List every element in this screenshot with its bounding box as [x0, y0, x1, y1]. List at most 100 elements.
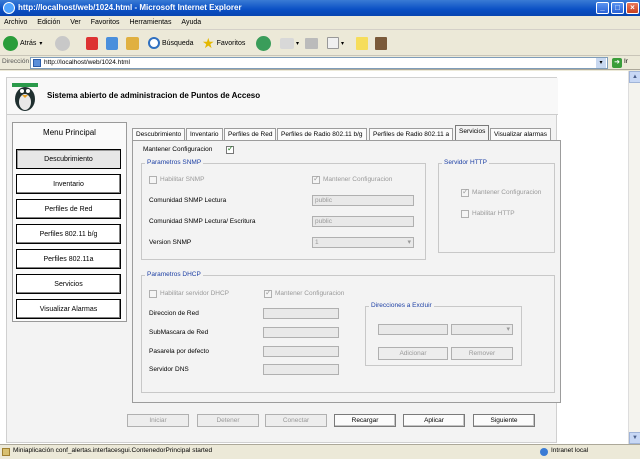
snmp-group: Parametros SNMP Habilitar SNMP Mantener … — [141, 159, 426, 260]
servicios-panel: Mantener Configuracion Parametros SNMP H… — [132, 140, 561, 403]
vertical-scrollbar[interactable]: ▲ ▼ — [628, 71, 640, 444]
menu-ver[interactable]: Ver — [66, 16, 85, 30]
menu-herramientas[interactable]: Herramientas — [125, 16, 175, 30]
snmp-legend: Parametros SNMP — [145, 159, 204, 166]
habilitar-snmp-checkbox[interactable] — [149, 176, 157, 184]
tab-descubrimiento[interactable]: Descubrimiento — [132, 128, 186, 140]
address-label: Dirección — [2, 58, 30, 65]
nav-perfiles-bg[interactable]: Perfiles 802.11 b/g — [16, 224, 121, 244]
snmp-mantener-label: Mantener Configuracion — [323, 176, 393, 183]
search-button[interactable]: Búsqueda — [148, 34, 194, 52]
habilitar-http-checkbox[interactable] — [461, 210, 469, 218]
print-icon — [305, 37, 318, 49]
chevron-down-icon: ▾ — [341, 40, 345, 47]
print-button[interactable] — [305, 34, 320, 52]
red-label: Direccion de Red — [149, 310, 199, 317]
main-menu-title: Menu Principal — [43, 128, 96, 137]
go-arrow-icon[interactable]: ➜ — [612, 58, 622, 68]
red-input[interactable] — [263, 308, 339, 319]
dns-input[interactable] — [263, 364, 339, 375]
address-input[interactable]: http://localhost/web/1024.html ▾ — [30, 57, 608, 69]
nav-inventario[interactable]: Inventario — [16, 174, 121, 194]
nav-perfiles-red[interactable]: Perfiles de Red — [16, 199, 121, 219]
tab-radio-bg[interactable]: Perfiles de Radio 802.11 b/g — [277, 128, 367, 140]
history-button[interactable] — [256, 34, 273, 52]
mantener-label: Mantener Configuracion — [143, 146, 213, 153]
home-icon — [126, 36, 139, 50]
edit-button[interactable]: ▾ — [327, 34, 344, 52]
go-button[interactable]: Ir — [624, 58, 628, 65]
http-mantener-checkbox[interactable] — [461, 187, 469, 197]
pasarela-label: Pasarela por defecto — [149, 348, 209, 355]
mascara-input[interactable] — [263, 327, 339, 338]
back-button[interactable]: Atrás ▾ — [3, 34, 42, 52]
messenger-button[interactable] — [375, 34, 389, 52]
mascara-label: SubMascara de Red — [149, 329, 209, 336]
siguiente-button[interactable]: Siguiente — [473, 414, 535, 427]
status-text: Miniaplicación conf_alertas.interfacesgu… — [13, 447, 213, 454]
favorites-label: Favoritos — [216, 39, 246, 47]
menu-ayuda[interactable]: Ayuda — [177, 16, 205, 30]
page-icon — [33, 59, 41, 67]
tab-radio-a[interactable]: Perfiles de Radio 802.11 a — [369, 128, 454, 140]
remover-button[interactable]: Remover — [451, 347, 513, 360]
applet-container: Sistema abierto de administracion de Pun… — [6, 77, 561, 443]
snmp-mantener-checkbox[interactable] — [312, 174, 320, 184]
adicionar-button[interactable]: Adicionar — [378, 347, 448, 360]
penguin-logo-icon — [12, 83, 38, 111]
menu-favoritos[interactable]: Favoritos — [87, 16, 124, 30]
menu-bar: Archivo Edición Ver Favoritos Herramient… — [0, 16, 640, 30]
pasarela-input[interactable] — [263, 346, 339, 357]
habilitar-dhcp-checkbox[interactable] — [149, 290, 157, 298]
menu-edicion[interactable]: Edición — [33, 16, 64, 30]
page-content: Sistema abierto de administracion de Pun… — [0, 71, 640, 444]
close-button[interactable]: × — [626, 2, 639, 14]
recargar-button[interactable]: Recargar — [334, 414, 396, 427]
refresh-button[interactable] — [106, 34, 120, 52]
lectura-input[interactable]: public — [312, 195, 414, 206]
aplicar-button[interactable]: Aplicar — [403, 414, 465, 427]
address-bar: Dirección http://localhost/web/1024.html… — [0, 56, 640, 70]
forward-button[interactable] — [55, 34, 72, 52]
chevron-down-icon: ▾ — [296, 40, 300, 47]
intranet-icon — [540, 448, 548, 456]
refresh-icon — [106, 36, 118, 50]
iniciar-button[interactable]: Iniciar — [127, 414, 189, 427]
dns-label: Servidor DNS — [149, 366, 189, 373]
stop-icon — [86, 36, 98, 50]
mail-button[interactable]: ▾ — [280, 34, 299, 52]
conectar-button[interactable]: Conectar — [265, 414, 327, 427]
status-bar: Miniaplicación conf_alertas.interfacesgu… — [0, 444, 640, 459]
forward-arrow-icon — [55, 35, 70, 51]
tab-perfiles-red[interactable]: Perfiles de Red — [224, 128, 277, 140]
tab-servicios[interactable]: Servicios — [455, 125, 490, 141]
address-dropdown-icon[interactable]: ▾ — [596, 58, 606, 68]
http-legend: Servidor HTTP — [442, 159, 489, 166]
star-icon: ★ — [202, 34, 215, 51]
version-select[interactable]: 1 — [312, 237, 414, 248]
search-label: Búsqueda — [162, 39, 194, 47]
discuss-button[interactable] — [356, 34, 370, 52]
nav-perfiles-a[interactable]: Perfiles 802.11a — [16, 249, 121, 269]
excluir-group: Direcciones a Excluir Adicionar Remover — [365, 302, 522, 366]
escritura-input[interactable]: public — [312, 216, 414, 227]
mantener-checkbox[interactable] — [226, 144, 234, 154]
nav-descubrimiento[interactable]: Descubrimiento — [16, 149, 121, 169]
tab-inventario[interactable]: Inventario — [186, 128, 223, 140]
nav-visualizar-alarmas[interactable]: Visualizar Alarmas — [16, 299, 121, 319]
excluir-select[interactable] — [451, 324, 513, 335]
scroll-up-icon[interactable]: ▲ — [629, 71, 640, 83]
tab-visualizar-alarmas[interactable]: Visualizar alarmas — [490, 128, 551, 140]
scroll-down-icon[interactable]: ▼ — [629, 432, 640, 444]
chevron-down-icon: ▾ — [39, 40, 43, 47]
detener-button[interactable]: Detener — [197, 414, 259, 427]
maximize-button[interactable]: □ — [611, 2, 624, 14]
favorites-button[interactable]: ★ Favoritos — [202, 34, 245, 52]
stop-button[interactable] — [86, 34, 100, 52]
nav-servicios[interactable]: Servicios — [16, 274, 121, 294]
menu-archivo[interactable]: Archivo — [0, 16, 31, 30]
minimize-button[interactable]: _ — [596, 2, 609, 14]
home-button[interactable] — [126, 34, 141, 52]
dhcp-mantener-checkbox[interactable] — [264, 288, 272, 298]
excluir-input[interactable] — [378, 324, 448, 335]
